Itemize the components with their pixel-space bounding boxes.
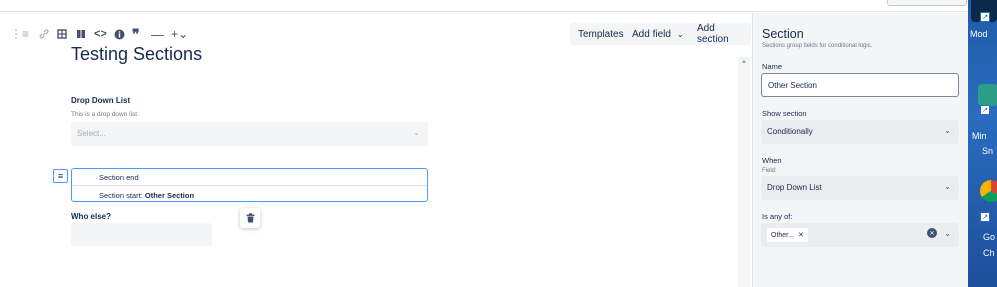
trash-icon — [246, 213, 254, 223]
chevron-down-icon: ⌄ — [944, 229, 951, 238]
when-label: When — [762, 156, 782, 165]
remove-tag-icon[interactable]: ✕ — [798, 231, 804, 239]
name-input-value: Other Section — [768, 81, 817, 90]
desktop-icon-label: Go — [983, 232, 996, 242]
shortcut-arrow-icon: ↗ — [980, 12, 990, 22]
scroll-up-arrow-icon[interactable]: ▲ — [741, 59, 747, 65]
code-icon[interactable]: <> — [94, 26, 107, 42]
section-start-prefix: Section start: — [99, 191, 143, 200]
shortcut-arrow-icon: ↗ — [980, 105, 990, 115]
field-label: Field: — [762, 168, 777, 174]
show-section-label: Show section — [762, 109, 807, 118]
minecraft-icon[interactable] — [978, 84, 997, 106]
who-else-label: Who else? — [71, 212, 112, 221]
chevron-down-icon: ⌄ — [413, 128, 420, 137]
table-icon[interactable] — [57, 26, 67, 42]
desktop-background: ↗ Mod ↗ Min Sn ↗ Go Ch — [968, 0, 997, 287]
add-section-button[interactable]: Add section — [689, 23, 751, 45]
section-divider — [72, 185, 427, 186]
templates-button[interactable]: Templates — [570, 23, 632, 45]
selected-value-tag-label: Other... — [771, 231, 794, 239]
desktop-icon-label: Mod — [970, 29, 988, 39]
show-section-select[interactable]: Conditionally ⌄ — [761, 120, 959, 144]
show-section-value: Conditionally — [767, 127, 813, 136]
is-any-of-select[interactable]: Other... ✕ ✕ ⌄ — [761, 223, 959, 247]
chrome-icon[interactable] — [980, 180, 997, 202]
dropdown-placeholder: Select... — [77, 129, 106, 138]
selected-value-tag: Other... ✕ — [767, 228, 808, 242]
section-start-label: Section start: Other Section — [99, 191, 194, 200]
top-bar — [0, 0, 968, 12]
section-properties-panel: Section Sections group fields for condit… — [752, 13, 968, 287]
columns-icon[interactable] — [76, 26, 86, 42]
info-icon[interactable] — [114, 26, 125, 42]
list-icon[interactable]: ⋮≡ — [10, 26, 29, 42]
clear-selection-icon[interactable]: ✕ — [927, 228, 937, 238]
editor-scrollbar[interactable]: ▲ — [738, 57, 750, 287]
section-block[interactable]: Section end Section start: Other Section — [71, 168, 428, 202]
chevron-down-icon: ⌄ — [944, 126, 951, 135]
dropdown-label: Drop Down List — [71, 96, 131, 105]
section-start-name: Other Section — [144, 191, 195, 200]
shortcut-arrow-icon: ↗ — [980, 212, 990, 222]
desktop-icon-label: Sn — [982, 146, 994, 156]
divider-icon[interactable]: — — [151, 26, 164, 42]
panel-subtitle: Sections group fields for conditional lo… — [762, 43, 873, 49]
name-label: Name — [762, 62, 783, 71]
section-drag-handle-icon[interactable]: ≡ — [53, 169, 68, 183]
is-any-of-label: Is any of: — [762, 212, 793, 221]
add-more-icon[interactable]: +⌄ — [171, 26, 188, 42]
name-input[interactable]: Other Section — [761, 73, 959, 97]
panel-title: Section — [762, 27, 804, 41]
desktop-icon-label: Ch — [983, 248, 995, 258]
chevron-down-icon: ⌄ — [676, 29, 684, 39]
desktop-icon-label: Min — [972, 131, 987, 141]
add-field-button[interactable]: Add field ⌄ — [624, 23, 692, 45]
form-title: Testing Sections — [71, 44, 203, 64]
quote-icon[interactable]: ❞ — [132, 26, 140, 42]
link-icon[interactable] — [39, 26, 49, 42]
top-bar-button[interactable] — [887, 0, 967, 6]
field-select-value: Drop Down List — [767, 183, 822, 192]
dropdown-help-text: This is a drop down list — [71, 111, 138, 118]
who-else-input[interactable] — [71, 223, 212, 246]
field-select[interactable]: Drop Down List ⌄ — [761, 176, 959, 200]
chevron-down-icon: ⌄ — [944, 182, 951, 191]
section-end-label: Section end — [99, 173, 139, 182]
delete-section-button[interactable] — [240, 208, 260, 228]
add-field-label: Add field — [632, 28, 671, 40]
dropdown-select[interactable]: Select... ⌄ — [71, 122, 428, 146]
